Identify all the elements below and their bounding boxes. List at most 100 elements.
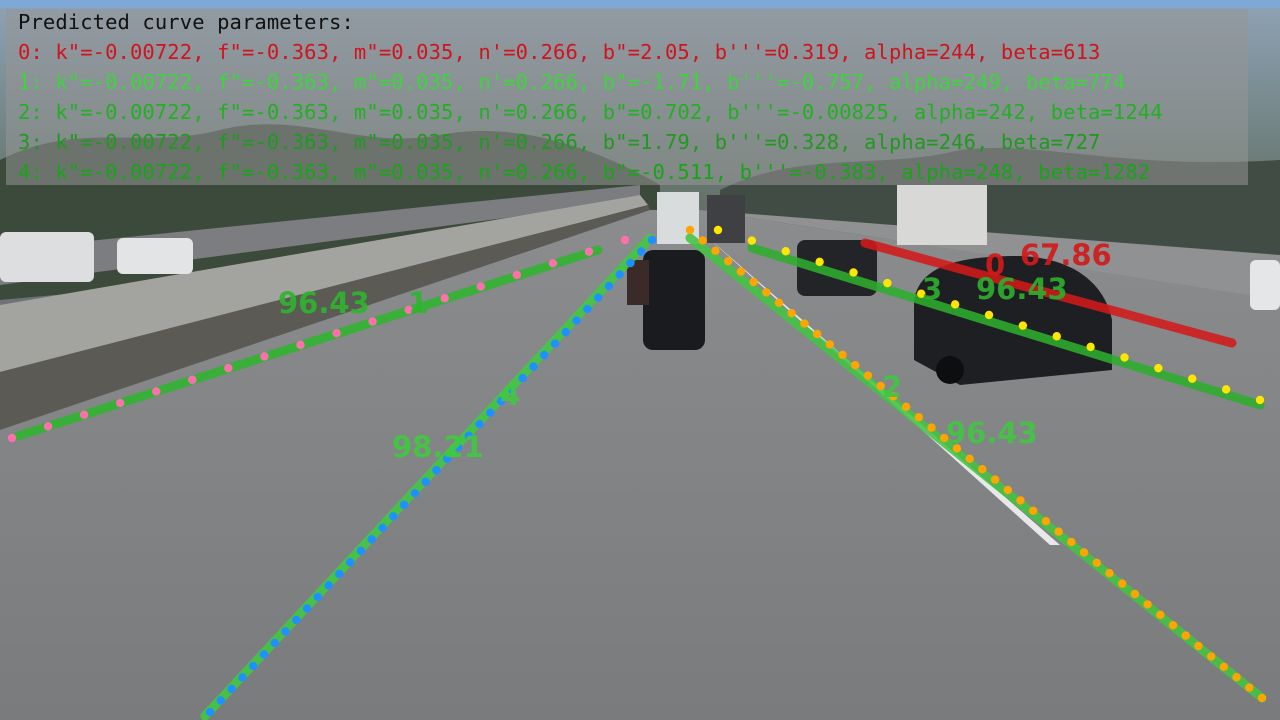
gt-right-point — [1130, 589, 1140, 599]
gt-left-point — [43, 422, 53, 431]
white-car — [117, 238, 193, 274]
gt-center-point — [216, 696, 225, 705]
motorcycle — [643, 250, 705, 350]
gt-right-point — [774, 298, 784, 307]
gt-right-point — [1117, 579, 1127, 588]
gt-right-point — [1181, 631, 1190, 640]
gt-far-right-point — [1188, 374, 1197, 383]
gt-center-point — [335, 569, 344, 579]
gt-right-point — [1194, 641, 1203, 651]
gt-center-point — [529, 362, 538, 371]
gt-far-right-point — [849, 268, 858, 277]
gt-right-point — [838, 350, 847, 359]
gt-left-point — [115, 398, 125, 408]
gt-right-point — [965, 454, 974, 463]
gt-far-right-point — [1120, 353, 1129, 362]
gt-center-point — [313, 592, 323, 602]
gt-right-point — [736, 267, 746, 276]
gt-center-point — [486, 408, 495, 417]
gt-center-point — [367, 535, 376, 544]
lane-1-id: 1 — [408, 286, 429, 320]
lane-2-id: 2 — [882, 370, 903, 404]
gt-right-point — [863, 371, 873, 380]
lane-3-confidence: 96.43 — [976, 272, 1068, 306]
gt-right-point — [1016, 496, 1025, 505]
gt-left-point — [296, 340, 305, 350]
pickup-truck — [0, 232, 94, 282]
gt-right-point — [825, 340, 835, 349]
gt-right-point — [990, 475, 1000, 484]
gt-center-point — [432, 466, 441, 475]
gt-right-point — [800, 319, 809, 328]
gt-center-point — [615, 270, 624, 279]
gt-right-point — [1079, 548, 1089, 557]
gt-right-point — [1143, 600, 1152, 609]
gt-center-point — [270, 638, 279, 648]
gt-center-point — [302, 604, 312, 613]
gt-left-point — [332, 328, 341, 338]
gt-far-right-point — [713, 225, 723, 235]
gt-right-point — [1156, 610, 1165, 619]
lane-1-confidence: 96.43 — [278, 286, 370, 320]
gt-center-point — [378, 523, 387, 533]
gt-right-point — [1206, 652, 1216, 661]
gt-right-point — [1067, 537, 1076, 547]
gt-right-point — [901, 402, 911, 411]
gt-far-right-point — [1052, 332, 1061, 341]
gt-far-right-point — [1255, 395, 1265, 405]
lane-4-id: 4 — [500, 378, 521, 412]
gt-right-point — [1219, 662, 1229, 671]
gt-far-right-point — [883, 278, 892, 288]
gt-left-point — [7, 433, 17, 443]
gt-right-point — [685, 225, 695, 235]
lane-2-confidence: 96.43 — [946, 416, 1038, 450]
lane-4-confidence: 98.21 — [392, 430, 484, 464]
lane-param-line-0: 0: k"=-0.00722, f"=-0.363, m"=0.035, n'=… — [18, 40, 1101, 64]
gt-right-point — [927, 423, 936, 432]
gt-right-point — [749, 277, 758, 287]
gt-center-point — [292, 615, 301, 625]
lane-param-line-2: 2: k"=-0.00722, f"=-0.363, m"=0.035, n'=… — [18, 100, 1163, 124]
gt-far-right-point — [1018, 321, 1028, 330]
gt-right-point — [1003, 485, 1012, 495]
gt-center-point — [281, 627, 290, 636]
van — [707, 195, 745, 243]
gt-right-point — [1092, 558, 1101, 567]
gt-center-point — [421, 477, 430, 486]
lane-0-confidence: 67.86 — [1020, 238, 1112, 272]
top-accent-bar — [0, 0, 1280, 8]
gt-center-point — [626, 258, 635, 268]
gt-right-point — [787, 309, 796, 318]
gt-center-point — [550, 339, 560, 348]
gt-far-right-point — [984, 310, 994, 320]
car-wheel — [936, 356, 964, 384]
lane-3-id: 3 — [922, 272, 943, 306]
gt-center-point — [410, 489, 420, 498]
gt-right-point — [1168, 621, 1178, 630]
gt-right-point — [1041, 517, 1051, 526]
gt-left-point — [188, 375, 197, 384]
gt-right-point — [711, 246, 720, 255]
gt-center-point — [356, 546, 366, 556]
gt-center-point — [647, 235, 657, 245]
gt-right-point — [851, 361, 860, 370]
gt-left-point — [260, 352, 269, 361]
gt-center-point — [561, 327, 570, 337]
gt-far-right-point — [781, 247, 790, 256]
gt-left-point — [440, 294, 449, 303]
gt-far-right-point — [950, 300, 960, 309]
gt-left-point — [79, 410, 89, 419]
gt-right-point — [698, 236, 707, 245]
gt-right-point — [723, 257, 733, 266]
white-car-right — [1250, 260, 1280, 310]
gt-center-point — [259, 650, 269, 659]
gt-right-point — [762, 288, 771, 297]
gt-left-point — [476, 282, 485, 291]
gt-left-point — [620, 235, 630, 245]
gt-right-point — [812, 329, 822, 339]
gt-center-point — [539, 350, 549, 360]
gt-far-right-point — [747, 236, 757, 245]
gt-center-point — [324, 581, 333, 590]
gt-center-point — [604, 281, 614, 291]
gt-right-point — [1245, 683, 1254, 692]
